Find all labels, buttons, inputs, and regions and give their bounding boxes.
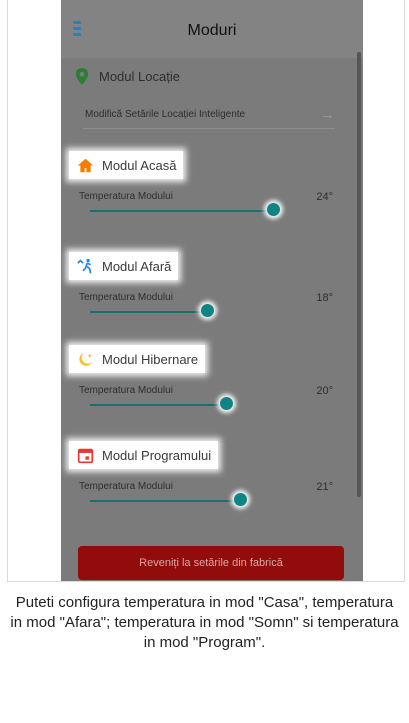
mode-temperature-label: Temperatura Modului [79, 481, 173, 492]
mode-section: Modul Programului Temperatura Modului 21° [61, 441, 363, 511]
temperature-slider-thumb[interactable] [266, 203, 280, 216]
mode-temperature-label: Temperatura Modului [79, 385, 173, 396]
arrow-right-icon: → [320, 106, 335, 123]
moon-icon [77, 351, 94, 368]
mode-temperature-value: 20° [316, 385, 333, 397]
calendar-icon [77, 447, 94, 464]
temperature-slider-thumb[interactable] [233, 493, 247, 506]
temperature-slider-thumb[interactable] [220, 397, 234, 410]
home-icon [77, 157, 94, 174]
caption-text: Puteti configura temperatura in mod "Cas… [10, 594, 399, 651]
mode-name: Modul Hibernare [102, 351, 199, 367]
mode-chip[interactable]: Modul Afară [69, 252, 179, 280]
smart-location-settings-link[interactable]: Modifică Setările Locației Inteligente → [83, 106, 335, 129]
mode-section: Modul Afară Temperatura Modului 18° [61, 252, 363, 322]
mode-temperature-value: 24° [316, 191, 333, 203]
mode-temperature-label: Temperatura Modului [79, 292, 173, 303]
mode-name: Modul Acasă [102, 157, 177, 173]
mode-temperature-value: 18° [316, 292, 333, 304]
walking-person-icon [77, 258, 94, 275]
mode-chip[interactable]: Modul Acasă [69, 151, 184, 179]
temperature-slider-track[interactable] [90, 311, 207, 313]
mode-section: Modul Acasă Temperatura Modului 24° [61, 151, 363, 221]
mode-chip[interactable]: Modul Programului [69, 441, 219, 469]
page-title: Moduri [187, 22, 237, 39]
mode-chip[interactable]: Modul Hibernare [69, 345, 206, 373]
temperature-slider-track[interactable] [90, 404, 227, 406]
temperature-slider-track[interactable] [90, 210, 273, 212]
location-pin-icon [75, 67, 89, 85]
mode-section: Modul Hibernare Temperatura Modului 20° [61, 345, 363, 415]
location-mode-label: Modul Locație [99, 68, 180, 84]
mode-temperature-label: Temperatura Modului [79, 191, 173, 202]
mode-temperature-value: 21° [316, 481, 333, 493]
phone-screen: Moduri Modul Locație Modifică Setările L… [61, 0, 363, 581]
temperature-slider-thumb[interactable] [200, 304, 214, 317]
location-mode-row: Modul Locație [75, 66, 180, 86]
temperature-slider-track[interactable] [90, 500, 240, 502]
factory-reset-button[interactable]: Reveniți la setările din fabrică [78, 546, 344, 580]
mode-name: Modul Programului [102, 447, 212, 463]
app-bar: Moduri [61, 0, 363, 58]
smart-location-settings-label: Modifică Setările Locației Inteligente [85, 109, 246, 120]
mode-name: Modul Afară [102, 258, 172, 274]
